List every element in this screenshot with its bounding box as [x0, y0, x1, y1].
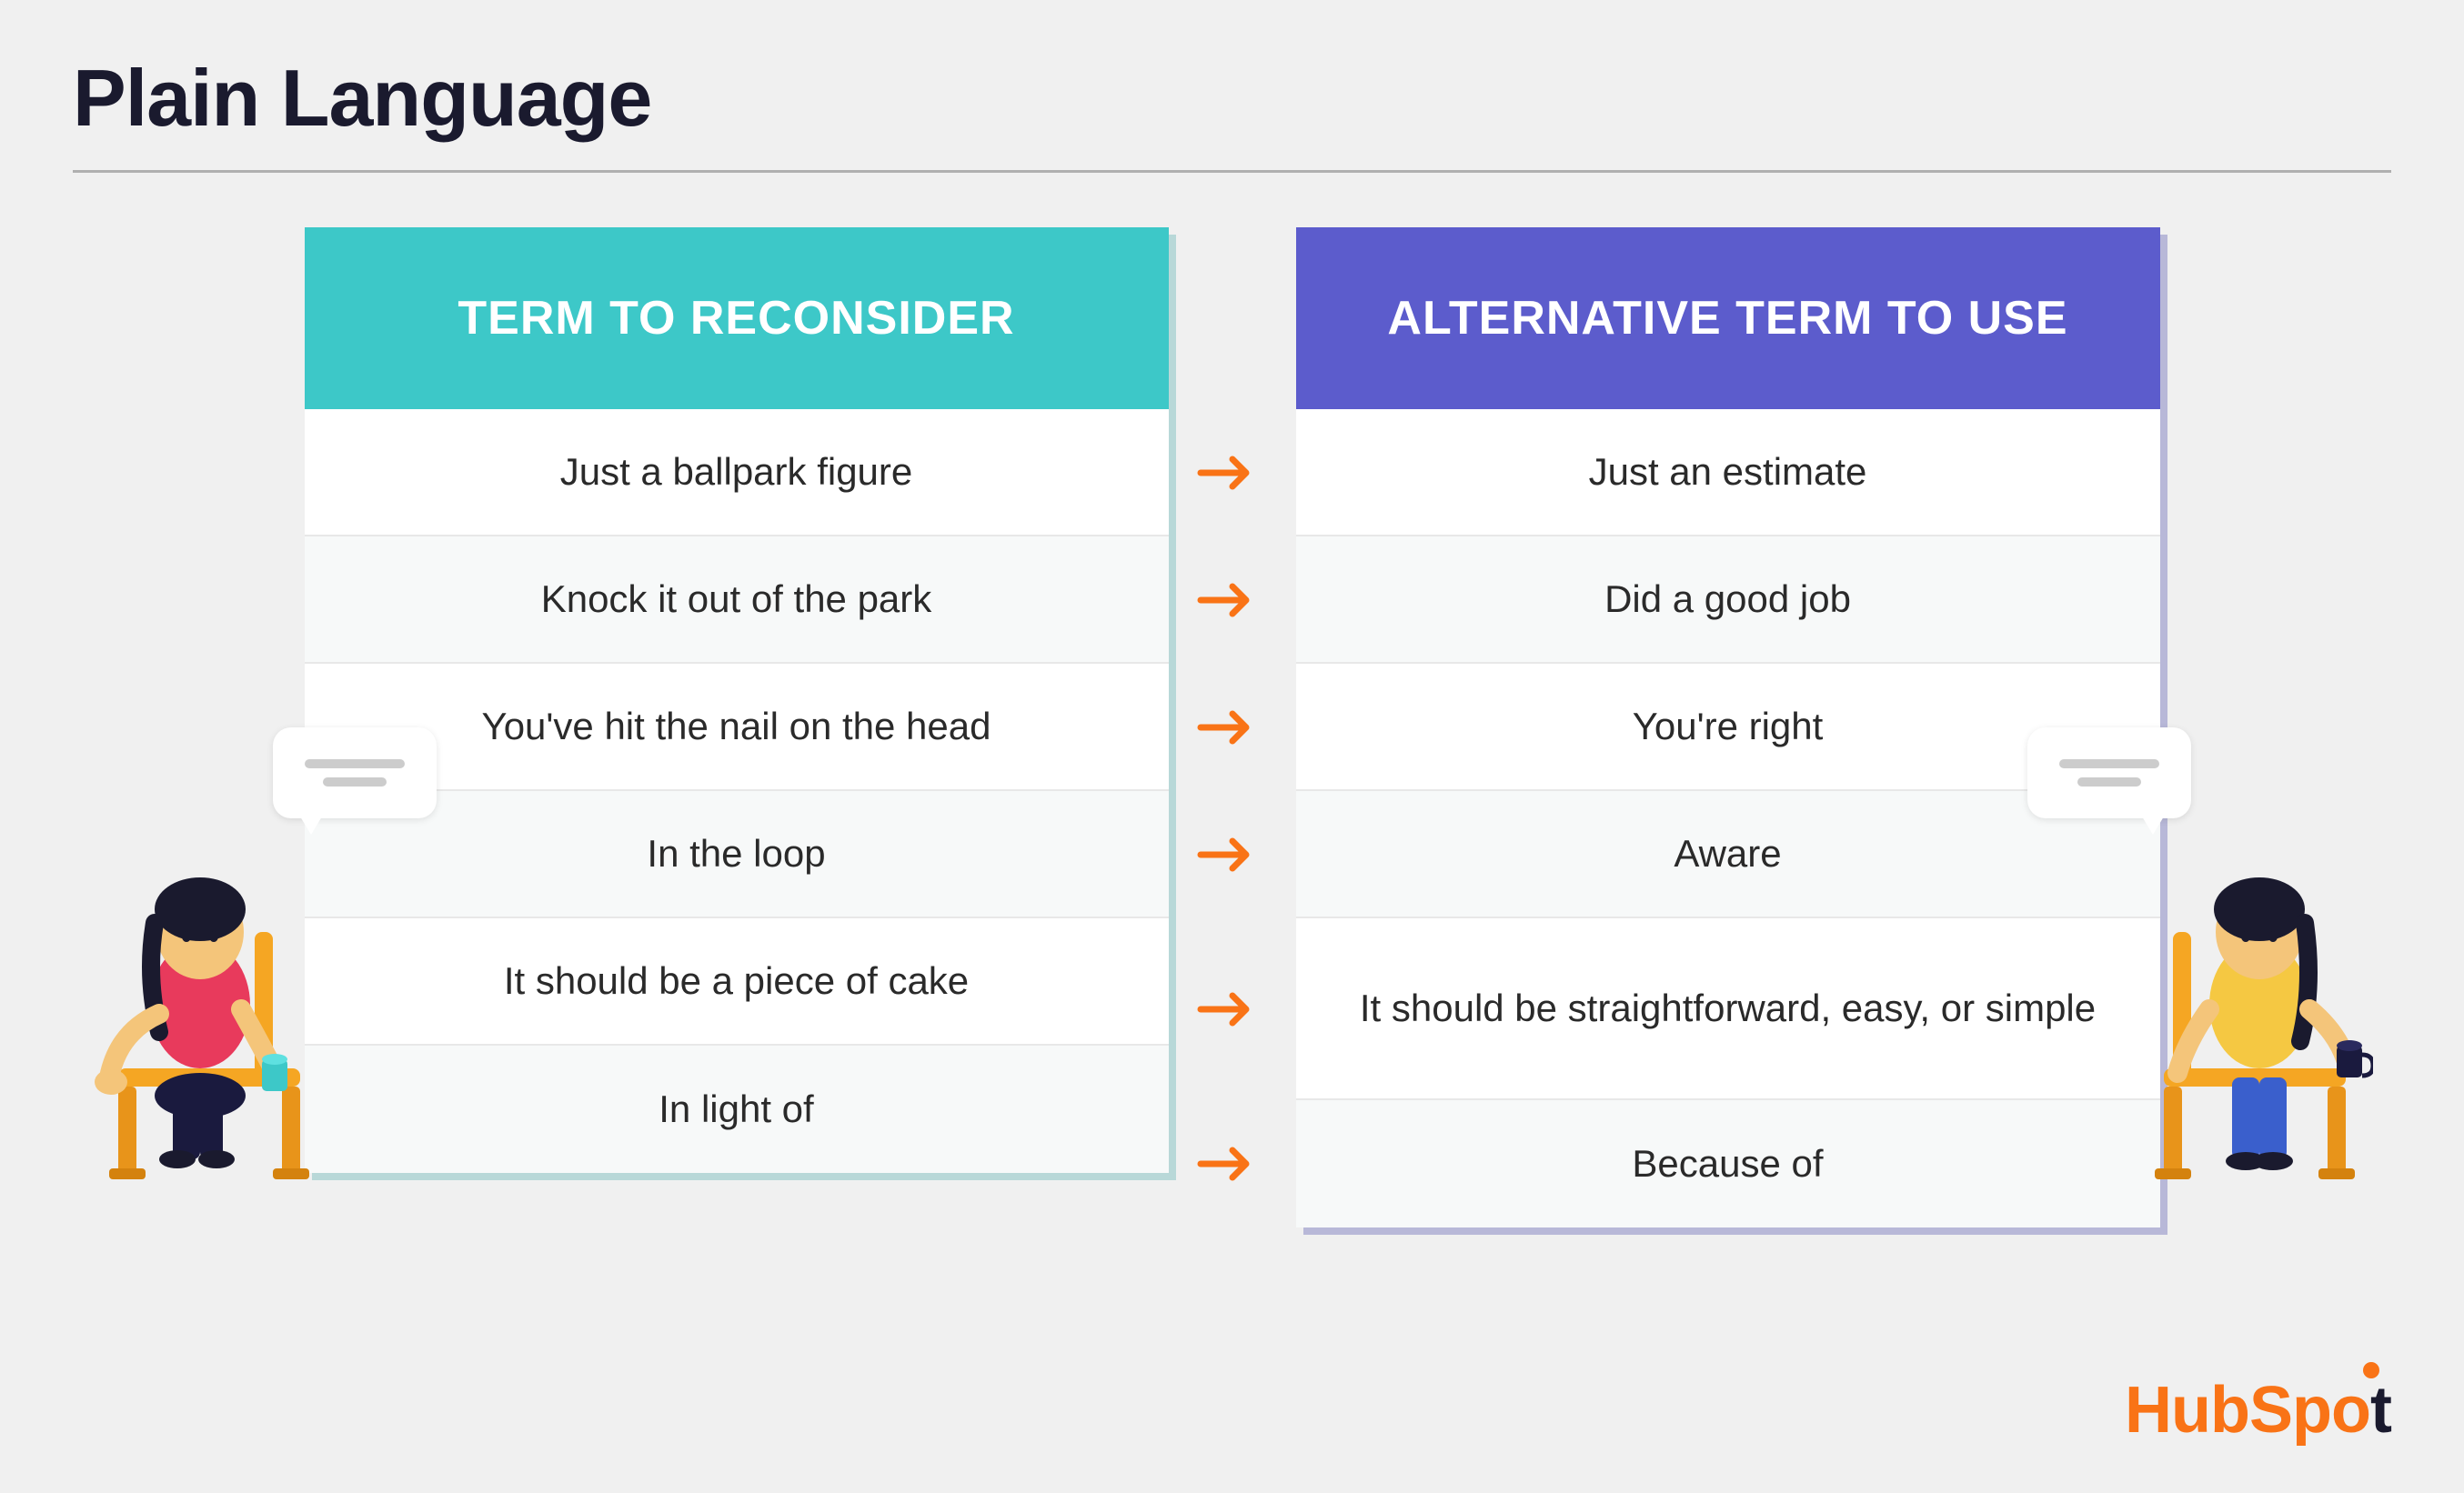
- right-table-header: ALTERNATIVE TERM TO USE: [1296, 227, 2160, 409]
- left-header-text: TERM TO RECONSIDER: [458, 290, 1014, 346]
- arrow-4: [1196, 791, 1269, 918]
- right-table: ALTERNATIVE TERM TO USE Just an estimate…: [1296, 227, 2160, 1227]
- speech-line: [305, 759, 405, 768]
- person-right-container: [2118, 750, 2373, 1209]
- right-row-2: Did a good job: [1296, 536, 2160, 664]
- arrow-icon-2: [1196, 577, 1269, 623]
- left-row-2: Knock it out of the park: [305, 536, 1169, 664]
- arrow-icon-5: [1196, 987, 1269, 1032]
- left-row-1: Just a ballpark figure: [305, 409, 1169, 536]
- speech-line-short: [323, 777, 387, 787]
- right-header-text: ALTERNATIVE TERM TO USE: [1387, 290, 2067, 346]
- arrow-5: [1196, 918, 1269, 1100]
- divider: [73, 170, 2391, 173]
- page: Plain Language: [0, 0, 2464, 1493]
- page-title: Plain Language: [73, 55, 2391, 143]
- arrow-icon-4: [1196, 832, 1269, 877]
- speech-line-r: [2059, 759, 2159, 768]
- tables-container: TERM TO RECONSIDER Just a ballpark figur…: [146, 227, 2318, 1227]
- right-row-5: It should be straightforward, easy, or s…: [1296, 918, 2160, 1100]
- arrow-1: [1196, 409, 1269, 536]
- right-row-1: Just an estimate: [1296, 409, 2160, 536]
- main-content: TERM TO RECONSIDER Just a ballpark figur…: [73, 227, 2391, 1227]
- arrow-6: [1196, 1100, 1269, 1227]
- arrow-icon-1: [1196, 450, 1269, 496]
- speech-line-short-r: [2077, 777, 2141, 787]
- right-row-6: Because of: [1296, 1100, 2160, 1227]
- speech-bubble-left: [273, 727, 437, 818]
- arrow-2: [1196, 536, 1269, 664]
- left-table: TERM TO RECONSIDER Just a ballpark figur…: [305, 227, 1169, 1173]
- person-left-container: [91, 750, 346, 1209]
- hubspot-logo: HubSpot: [2125, 1373, 2391, 1448]
- arrows-column: [1169, 227, 1296, 1227]
- right-table-body: Just an estimate Did a good job You're r…: [1296, 409, 2160, 1227]
- left-row-4: In the loop: [305, 791, 1169, 918]
- arrow-icon-6: [1196, 1141, 1269, 1187]
- left-row-6: In light of: [305, 1046, 1169, 1173]
- arrow-icon-3: [1196, 705, 1269, 750]
- left-table-header: TERM TO RECONSIDER: [305, 227, 1169, 409]
- speech-bubble-right: [2027, 727, 2191, 818]
- arrow-3: [1196, 664, 1269, 791]
- left-row-5: It should be a piece of cake: [305, 918, 1169, 1046]
- title-section: Plain Language: [73, 55, 2391, 143]
